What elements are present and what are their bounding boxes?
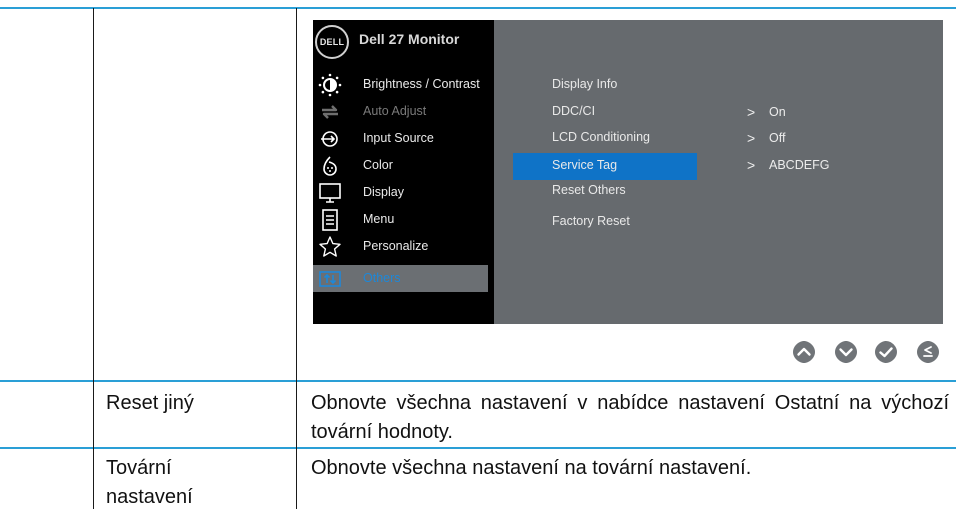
menu-item-color[interactable]: Color	[313, 152, 488, 179]
menu-item-brightness-contrast[interactable]: Brightness / Contrast	[313, 71, 488, 98]
menu-item-label: Others	[363, 271, 401, 285]
menu-item-menu[interactable]: Menu	[313, 206, 488, 233]
ddc-ci-value: On	[769, 105, 786, 119]
column-divider	[296, 8, 297, 509]
lcd-conditioning-value: Off	[769, 131, 786, 145]
down-icon[interactable]	[834, 340, 858, 364]
setting-description-reset-others: Obnovte všechna nastavení v nabídce nast…	[311, 392, 949, 443]
chevron-right-icon: >	[747, 157, 756, 173]
color-icon	[323, 156, 337, 176]
setting-description-factory-reset: Obnovte všechna nastavení na tovární nas…	[311, 457, 752, 479]
menu-item-label: Menu	[363, 212, 395, 226]
brightness-icon	[318, 73, 342, 97]
setting-name-factory-reset: Tovární nastavení	[106, 457, 193, 508]
display-icon	[319, 183, 341, 203]
submenu-item-display-info[interactable]: Display Info	[552, 77, 617, 91]
menu-item-display[interactable]: Display	[313, 179, 488, 206]
others-icon	[319, 271, 341, 287]
submenu-item-reset-others[interactable]: Reset Others	[552, 183, 626, 197]
setting-name-reset-others: Reset jiný	[106, 392, 194, 414]
chevron-right-icon: >	[747, 104, 756, 120]
menu-item-label: Personalize	[363, 239, 429, 253]
menu-item-label: Brightness / Contrast	[363, 77, 480, 91]
menu-item-label: Input Source	[363, 131, 434, 145]
up-icon[interactable]	[792, 340, 816, 364]
menu-item-personalize[interactable]: Personalize	[313, 233, 488, 260]
star-icon	[319, 236, 341, 257]
row-divider	[0, 447, 956, 449]
osd-screenshot: DELL Dell 27 Monitor Brightness / Contra…	[313, 20, 943, 324]
back-icon[interactable]	[916, 340, 940, 364]
submenu-item-factory-reset[interactable]: Factory Reset	[552, 214, 630, 228]
menu-item-others[interactable]: Others	[313, 265, 488, 292]
osd-title: Dell 27 Monitor	[359, 31, 460, 47]
submenu-item-ddc-ci[interactable]: DDC/CI	[552, 104, 595, 118]
check-icon[interactable]	[874, 340, 898, 364]
menu-item-label: Auto Adjust	[363, 104, 427, 118]
dell-logo: DELL	[315, 25, 349, 59]
menu-icon	[322, 209, 338, 231]
chevron-right-icon: >	[747, 130, 756, 146]
submenu-item-service-tag[interactable]: Service Tag	[552, 158, 617, 172]
menu-item-label: Color	[363, 158, 393, 172]
menu-item-label: Display	[363, 185, 404, 199]
table-top-border	[0, 7, 956, 9]
auto-adjust-icon	[322, 105, 338, 119]
input-source-icon	[321, 131, 338, 147]
submenu-item-lcd-conditioning[interactable]: LCD Conditioning	[552, 130, 650, 144]
menu-item-auto-adjust[interactable]: Auto Adjust	[313, 98, 488, 125]
menu-item-input-source[interactable]: Input Source	[313, 125, 488, 152]
service-tag-value: ABCDEFG	[769, 158, 830, 172]
column-divider	[93, 8, 94, 509]
row-divider	[0, 380, 956, 382]
